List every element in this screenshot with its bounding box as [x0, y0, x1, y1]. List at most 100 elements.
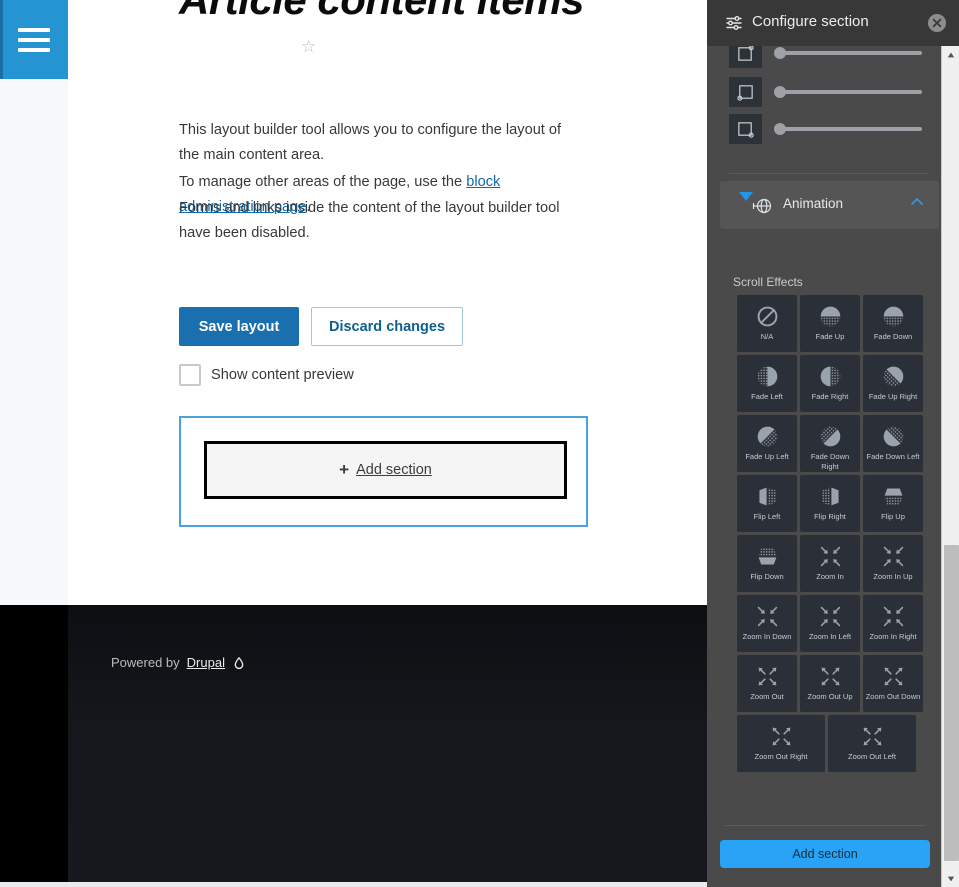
- scroll-effect-label: Zoom In Down: [742, 632, 792, 641]
- hamburger-menu-icon-bar-3: [18, 48, 50, 52]
- panel-body: Animation Scroll Effects N/A Fade Up Fade …: [707, 46, 944, 887]
- scroll-effects-row: Zoom Out Zoom Out Up Zoom Out Down: [737, 655, 923, 712]
- scroll-effect-tile-fade-down[interactable]: Fade Down: [863, 295, 923, 352]
- animation-cube-icon: [752, 195, 774, 217]
- scroll-effect-tile-fade-down-right[interactable]: Fade Down Right: [800, 415, 860, 472]
- scroll-effect-tile-flip-right[interactable]: Flip Right: [800, 475, 860, 532]
- animation-accordion-label: Animation: [783, 196, 844, 211]
- paragraph-2-prefix: To manage other areas of the page, use t…: [179, 174, 467, 190]
- scroll-effect-label: Flip Down: [750, 572, 784, 581]
- show-content-preview-label: Show content preview: [211, 367, 354, 383]
- scroll-effect-tile-zoom-out-right[interactable]: Zoom Out Right: [737, 715, 825, 772]
- slider-track[interactable]: [774, 123, 922, 135]
- scroll-effect-tile-n-a[interactable]: N/A: [737, 295, 797, 352]
- scroll-effect-label: Zoom In: [816, 572, 844, 581]
- panel-divider: [729, 173, 929, 174]
- scroll-effect-tile-zoom-out[interactable]: Zoom Out: [737, 655, 797, 712]
- scroll-effect-label: Zoom In Right: [869, 632, 917, 641]
- caret-down-icon: [739, 192, 753, 201]
- scroll-up-arrow-icon[interactable]: [942, 46, 959, 63]
- flip-left-icon: [755, 482, 780, 510]
- scroll-effects-label: Scroll Effects: [733, 275, 803, 289]
- slider-track[interactable]: [774, 47, 922, 59]
- scroll-effect-tile-zoom-in[interactable]: Zoom In: [800, 535, 860, 592]
- scroll-effect-label: Zoom Out Left: [848, 752, 896, 761]
- scroll-effect-label: Zoom Out Up: [807, 692, 853, 701]
- scroll-effect-tile-zoom-in-right[interactable]: Zoom In Right: [863, 595, 923, 652]
- close-circle-icon[interactable]: [927, 13, 947, 33]
- save-layout-button[interactable]: Save layout: [179, 307, 299, 346]
- animation-accordion-header[interactable]: Animation: [720, 181, 939, 229]
- scroll-effect-tile-fade-up-left[interactable]: Fade Up Left: [737, 415, 797, 472]
- scroll-effects-row: N/A Fade Up Fade Down: [737, 295, 923, 352]
- scroll-effect-label: Flip Left: [753, 512, 781, 521]
- hamburger-menu-icon: [18, 28, 50, 32]
- scroll-effect-tile-zoom-out-left[interactable]: Zoom Out Left: [828, 715, 916, 772]
- scroll-effect-tile-flip-down[interactable]: Flip Down: [737, 535, 797, 592]
- square-corner-bottom-left-icon: [729, 77, 762, 107]
- footer-left-block: [0, 605, 68, 882]
- zoom-in-up-icon: [881, 542, 906, 570]
- fade-left-icon: [755, 362, 780, 390]
- fade-down-right-icon: [817, 422, 843, 450]
- fade-right-icon: [818, 362, 843, 390]
- drupal-drop-icon: [232, 656, 246, 670]
- scroll-effect-tile-fade-up-right[interactable]: Fade Up Right: [863, 355, 923, 412]
- show-content-preview-checkbox[interactable]: [179, 364, 201, 386]
- panel-add-section-button[interactable]: Add section: [720, 840, 930, 868]
- scroll-effect-tile-flip-left[interactable]: Flip Left: [737, 475, 797, 532]
- scroll-effect-label: Fade Right: [811, 392, 849, 401]
- zoom-out-up-icon: [818, 662, 843, 690]
- scroll-effect-tile-fade-right[interactable]: Fade Right: [800, 355, 860, 412]
- scroll-effect-tile-zoom-out-down[interactable]: Zoom Out Down: [863, 655, 923, 712]
- main-content-area: Article content items ☆ This layout buil…: [68, 0, 707, 605]
- fade-down-icon: [881, 302, 906, 330]
- scroll-effect-label: Fade Up Right: [868, 392, 918, 401]
- flip-right-icon: [818, 482, 843, 510]
- scroll-effect-label: Fade Down Right: [810, 452, 850, 471]
- border-radius-slider-bottom-right[interactable]: [729, 114, 929, 144]
- drupal-link[interactable]: Drupal: [187, 655, 225, 670]
- panel-title: Configure section: [752, 13, 869, 30]
- powered-by-block: Powered by Drupal: [111, 655, 246, 670]
- scroll-effect-tile-zoom-in-left[interactable]: Zoom In Left: [800, 595, 860, 652]
- scroll-down-arrow-icon[interactable]: [942, 870, 959, 887]
- scrollbar-thumb[interactable]: [944, 545, 959, 861]
- slider-knob[interactable]: [774, 47, 786, 59]
- zoom-out-right-icon: [769, 722, 794, 750]
- scroll-effect-tile-zoom-in-down[interactable]: Zoom In Down: [737, 595, 797, 652]
- scroll-effects-grid: N/A Fade Up Fade Down Fade Left Fade Right Fa…: [737, 295, 923, 775]
- scroll-effect-tile-zoom-out-up[interactable]: Zoom Out Up: [800, 655, 860, 712]
- scroll-effect-tile-fade-up[interactable]: Fade Up: [800, 295, 860, 352]
- chevron-up-icon[interactable]: [909, 194, 925, 210]
- scroll-effects-row: Fade Left Fade Right Fade Up Right: [737, 355, 923, 412]
- fade-down-left-icon: [880, 422, 906, 450]
- border-radius-slider-top-right[interactable]: [729, 46, 929, 68]
- slider-knob[interactable]: [774, 123, 786, 135]
- scroll-effect-label: Fade Up Left: [745, 452, 789, 461]
- flip-down-icon: [755, 542, 780, 570]
- zoom-in-icon: [818, 542, 843, 570]
- left-sidebar-rail: [0, 0, 69, 605]
- intro-paragraph-1: This layout builder tool allows you to c…: [179, 122, 562, 163]
- scroll-effect-tile-flip-up[interactable]: Flip Up: [863, 475, 923, 532]
- slider-knob[interactable]: [774, 86, 786, 98]
- scroll-effects-row: Flip Down Zoom In Zoom In Up: [737, 535, 923, 592]
- scroll-effects-row: Flip Left Flip Right Flip Up: [737, 475, 923, 532]
- scroll-effect-tile-fade-down-left[interactable]: Fade Down Left: [863, 415, 923, 472]
- scroll-effect-tile-zoom-in-up[interactable]: Zoom In Up: [863, 535, 923, 592]
- add-section-button[interactable]: + Add section: [204, 441, 567, 499]
- discard-changes-button[interactable]: Discard changes: [311, 307, 463, 346]
- zoom-out-icon: [755, 662, 780, 690]
- star-outline-icon[interactable]: ☆: [301, 38, 316, 55]
- slider-track[interactable]: [774, 86, 922, 98]
- hamburger-menu-button[interactable]: [0, 0, 68, 79]
- configure-section-panel: Configure section Animation Scroll Effec…: [707, 0, 959, 887]
- flip-up-icon: [881, 482, 906, 510]
- scroll-effect-tile-fade-left[interactable]: Fade Left: [737, 355, 797, 412]
- scroll-effect-label: N/A: [760, 332, 774, 341]
- show-content-preview-row[interactable]: Show content preview: [179, 364, 354, 386]
- border-radius-slider-bottom-left[interactable]: [729, 77, 929, 107]
- panel-scrollbar[interactable]: [941, 46, 959, 887]
- site-footer: [68, 605, 707, 882]
